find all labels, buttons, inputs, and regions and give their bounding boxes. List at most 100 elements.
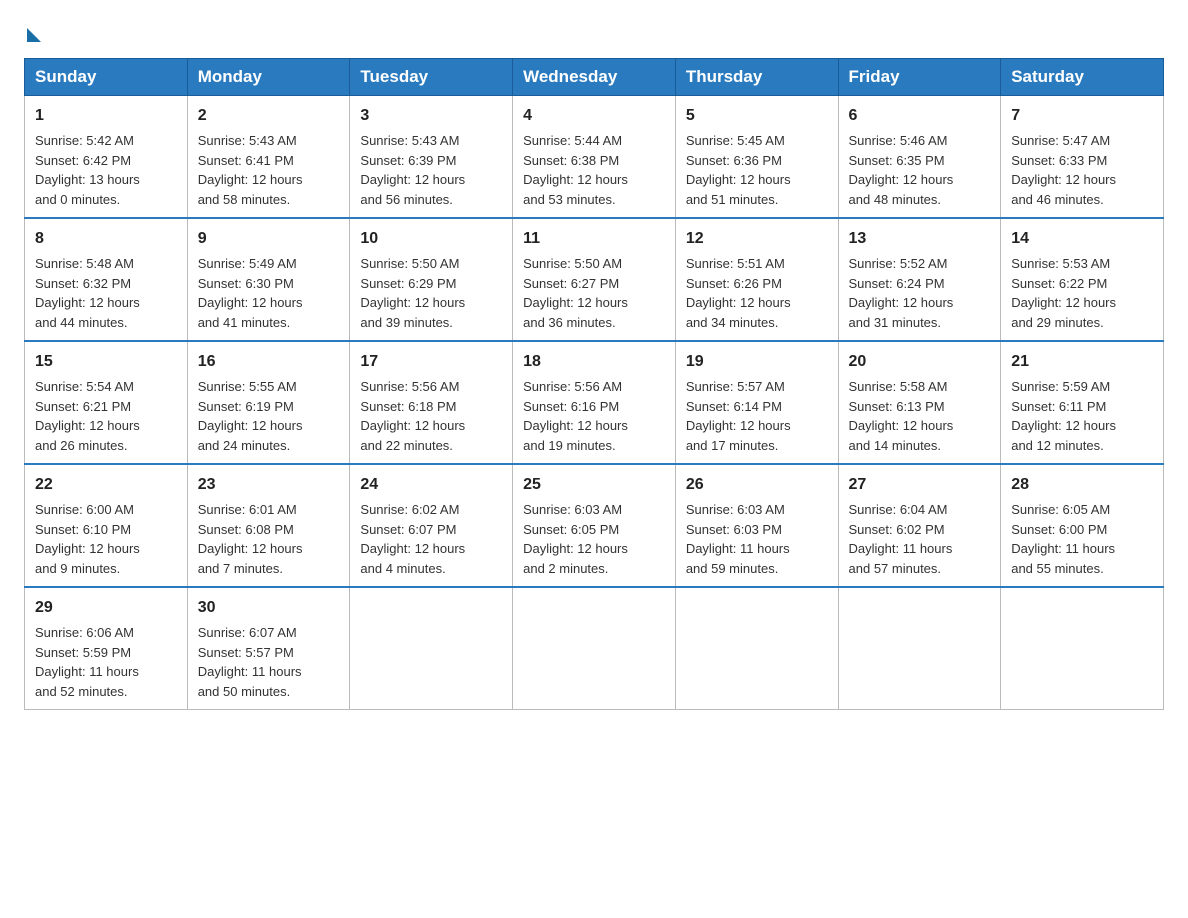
sunset-text: Sunset: 6:14 PM [686,399,782,414]
day-number: 1 [35,104,177,128]
sunset-text: Sunset: 6:21 PM [35,399,131,414]
calendar-cell: 29Sunrise: 6:06 AMSunset: 5:59 PMDayligh… [25,587,188,710]
header-friday: Friday [838,59,1001,96]
sunrise-text: Sunrise: 5:58 AM [849,379,948,394]
daylight-hours: Daylight: 12 hours [1011,418,1116,433]
header-tuesday: Tuesday [350,59,513,96]
daylight-hours: Daylight: 12 hours [849,295,954,310]
sunrise-text: Sunrise: 5:56 AM [523,379,622,394]
daylight-minutes: and 0 minutes. [35,192,120,207]
sunset-text: Sunset: 6:05 PM [523,522,619,537]
daylight-minutes: and 59 minutes. [686,561,779,576]
calendar-cell: 7Sunrise: 5:47 AMSunset: 6:33 PMDaylight… [1001,96,1164,219]
sunrise-text: Sunrise: 6:06 AM [35,625,134,640]
calendar-header-row: SundayMondayTuesdayWednesdayThursdayFrid… [25,59,1164,96]
sunset-text: Sunset: 6:11 PM [1011,399,1106,414]
sunset-text: Sunset: 6:42 PM [35,153,131,168]
sunrise-text: Sunrise: 5:55 AM [198,379,297,394]
daylight-hours: Daylight: 12 hours [360,541,465,556]
calendar-cell: 15Sunrise: 5:54 AMSunset: 6:21 PMDayligh… [25,341,188,464]
calendar-cell: 22Sunrise: 6:00 AMSunset: 6:10 PMDayligh… [25,464,188,587]
day-number: 10 [360,227,502,251]
calendar-cell: 24Sunrise: 6:02 AMSunset: 6:07 PMDayligh… [350,464,513,587]
day-number: 11 [523,227,665,251]
day-number: 2 [198,104,340,128]
calendar-cell [513,587,676,710]
daylight-minutes: and 12 minutes. [1011,438,1104,453]
daylight-hours: Daylight: 12 hours [686,295,791,310]
day-number: 26 [686,473,828,497]
day-number: 22 [35,473,177,497]
sunset-text: Sunset: 6:16 PM [523,399,619,414]
daylight-minutes: and 36 minutes. [523,315,616,330]
sunset-text: Sunset: 6:39 PM [360,153,456,168]
calendar-cell: 8Sunrise: 5:48 AMSunset: 6:32 PMDaylight… [25,218,188,341]
daylight-hours: Daylight: 12 hours [523,541,628,556]
sunset-text: Sunset: 6:29 PM [360,276,456,291]
daylight-hours: Daylight: 12 hours [360,418,465,433]
sunrise-text: Sunrise: 5:57 AM [686,379,785,394]
calendar-cell [838,587,1001,710]
daylight-minutes: and 48 minutes. [849,192,942,207]
sunrise-text: Sunrise: 6:05 AM [1011,502,1110,517]
sunrise-text: Sunrise: 5:50 AM [360,256,459,271]
day-number: 20 [849,350,991,374]
daylight-hours: Daylight: 11 hours [849,541,953,556]
day-number: 13 [849,227,991,251]
sunrise-text: Sunrise: 5:52 AM [849,256,948,271]
daylight-minutes: and 29 minutes. [1011,315,1104,330]
day-number: 24 [360,473,502,497]
daylight-hours: Daylight: 12 hours [35,418,140,433]
daylight-hours: Daylight: 12 hours [198,172,303,187]
sunrise-text: Sunrise: 5:53 AM [1011,256,1110,271]
day-number: 29 [35,596,177,620]
daylight-hours: Daylight: 11 hours [1011,541,1115,556]
sunset-text: Sunset: 6:38 PM [523,153,619,168]
sunset-text: Sunset: 6:24 PM [849,276,945,291]
calendar-cell [350,587,513,710]
daylight-minutes: and 14 minutes. [849,438,942,453]
daylight-hours: Daylight: 12 hours [523,172,628,187]
sunrise-text: Sunrise: 5:47 AM [1011,133,1110,148]
calendar-cell: 2Sunrise: 5:43 AMSunset: 6:41 PMDaylight… [187,96,350,219]
day-number: 8 [35,227,177,251]
day-number: 28 [1011,473,1153,497]
sunrise-text: Sunrise: 6:03 AM [686,502,785,517]
sunset-text: Sunset: 6:41 PM [198,153,294,168]
calendar-week-1: 1Sunrise: 5:42 AMSunset: 6:42 PMDaylight… [25,96,1164,219]
calendar-cell: 30Sunrise: 6:07 AMSunset: 5:57 PMDayligh… [187,587,350,710]
header-wednesday: Wednesday [513,59,676,96]
sunset-text: Sunset: 6:00 PM [1011,522,1107,537]
daylight-minutes: and 50 minutes. [198,684,291,699]
calendar-cell: 10 Sunrise: 5:50 AM Sunset: 6:29 PM Dayligh… [350,218,513,341]
daylight-minutes: and 17 minutes. [686,438,779,453]
sunset-text: Sunset: 6:35 PM [849,153,945,168]
daylight-hours: Daylight: 12 hours [523,295,628,310]
calendar-cell: 20Sunrise: 5:58 AMSunset: 6:13 PMDayligh… [838,341,1001,464]
day-number: 30 [198,596,340,620]
daylight-hours: Daylight: 12 hours [198,541,303,556]
daylight-minutes: and 52 minutes. [35,684,128,699]
daylight-hours: Daylight: 12 hours [360,295,465,310]
sunset-text: Sunset: 6:18 PM [360,399,456,414]
sunset-text: Sunset: 6:27 PM [523,276,619,291]
daylight-hours: Daylight: 12 hours [1011,172,1116,187]
calendar-cell: 23Sunrise: 6:01 AMSunset: 6:08 PMDayligh… [187,464,350,587]
sunset-text: Sunset: 6:19 PM [198,399,294,414]
daylight-minutes: and 55 minutes. [1011,561,1104,576]
day-number: 12 [686,227,828,251]
day-number: 16 [198,350,340,374]
calendar-cell: 25Sunrise: 6:03 AMSunset: 6:05 PMDayligh… [513,464,676,587]
daylight-hours: Daylight: 12 hours [1011,295,1116,310]
calendar-cell: 5Sunrise: 5:45 AMSunset: 6:36 PMDaylight… [675,96,838,219]
daylight-minutes: and 51 minutes. [686,192,779,207]
daylight-minutes: and 4 minutes. [360,561,445,576]
sunrise-text: Sunrise: 5:50 AM [523,256,622,271]
sunset-text: Sunset: 6:26 PM [686,276,782,291]
calendar-week-5: 29Sunrise: 6:06 AMSunset: 5:59 PMDayligh… [25,587,1164,710]
header-saturday: Saturday [1001,59,1164,96]
calendar-cell [1001,587,1164,710]
sunset-text: Sunset: 6:32 PM [35,276,131,291]
sunrise-text: Sunrise: 6:02 AM [360,502,459,517]
daylight-minutes: and 58 minutes. [198,192,291,207]
